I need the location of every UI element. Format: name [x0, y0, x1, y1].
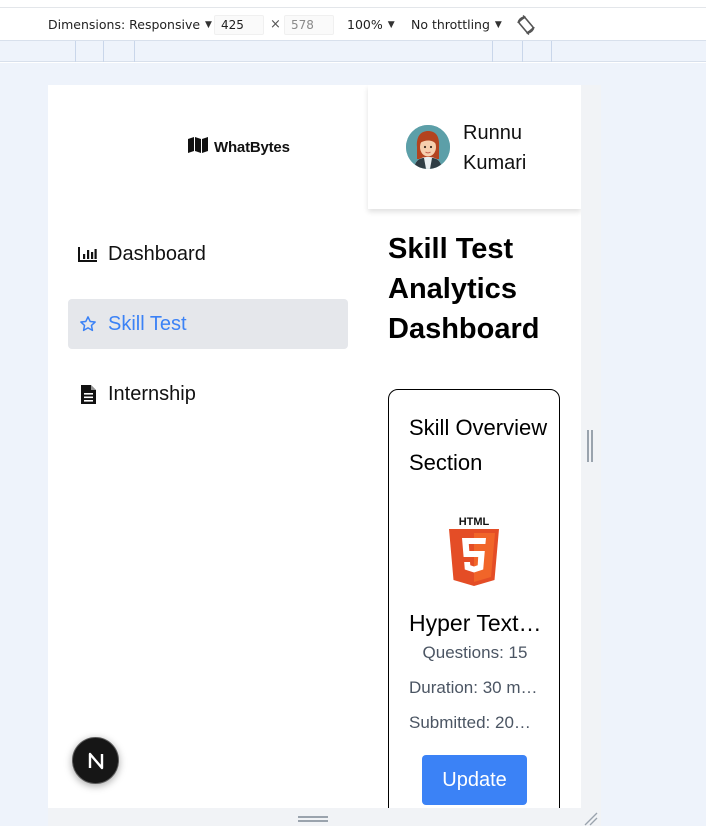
height-input[interactable]: 578 [284, 15, 334, 35]
map-icon [188, 136, 208, 158]
user-first-name: Runnu [463, 122, 522, 144]
html-badge-text: HTML [459, 516, 490, 528]
zoom-dropdown[interactable]: 100% ▼ [347, 9, 395, 40]
resize-corner-icon[interactable] [582, 810, 598, 826]
user-last-name: Kumari [463, 152, 527, 174]
star-outline-icon [78, 314, 98, 334]
emulated-viewport: WhatBytes Runnu Kumari Dashboard Skill T… [48, 85, 581, 808]
chevron-down-icon: ▼ [494, 19, 502, 30]
brand-name: WhatBytes [214, 138, 290, 156]
throttling-label: No throttling [411, 17, 490, 32]
card-title: Skill Overview Section [409, 415, 548, 475]
sidebar-item-dashboard[interactable]: Dashboard [68, 229, 348, 279]
submitted-date: Submitted: 2021-07-05 [409, 713, 539, 732]
page-title: Skill Test Analytics Dashboard [388, 233, 540, 345]
times-sign: × [270, 17, 281, 32]
html5-logo-icon: HTML [448, 514, 500, 588]
resize-handle-bottom[interactable] [298, 816, 328, 822]
skill-overview-card: Skill Overview Section HTML Hyper Text M… [388, 389, 560, 808]
skill-name: Hyper Text Markup Language [409, 610, 545, 636]
rotate-icon[interactable] [515, 9, 537, 40]
questions-count: Questions: 15 [422, 643, 528, 662]
brand-logo[interactable]: WhatBytes [188, 133, 338, 161]
resize-handle-right[interactable] [586, 430, 593, 462]
ruler-tick [75, 41, 76, 62]
sidebar-item-internship[interactable]: Internship [68, 369, 348, 419]
chevron-down-icon: ▼ [387, 19, 395, 30]
sidebar-item-label: Skill Test [108, 312, 187, 335]
document-icon [78, 384, 98, 404]
user-name: Runnu Kumari [463, 118, 573, 178]
sidebar-item-label: Internship [108, 382, 196, 405]
duration-value: Duration: 30 mins [409, 678, 539, 697]
window-top-strip [0, 0, 706, 8]
width-input[interactable]: 425 [214, 15, 264, 35]
bar-chart-icon [78, 244, 98, 264]
zoom-label: 100% [347, 17, 383, 32]
device-toolbar: Dimensions: Responsive ▼ 425 × 578 100% … [0, 9, 706, 40]
ruler-tick [103, 41, 104, 62]
chevron-down-icon: ▼ [205, 19, 212, 30]
dimensions-label: Dimensions: Responsive [48, 17, 201, 32]
ruler-tick [551, 41, 552, 62]
update-button[interactable]: Update [422, 755, 527, 805]
ruler-tick [522, 41, 523, 62]
media-query-bar [0, 40, 706, 62]
ruler-tick [492, 41, 493, 62]
throttling-dropdown[interactable]: No throttling ▼ [411, 9, 502, 40]
nextjs-badge-icon[interactable] [72, 737, 119, 784]
avatar[interactable] [406, 125, 450, 169]
top-header: Runnu Kumari [368, 85, 581, 209]
sidebar-item-skill-test[interactable]: Skill Test [68, 299, 348, 349]
sidebar-item-label: Dashboard [108, 242, 206, 265]
ruler-tick [134, 41, 135, 62]
dimensions-dropdown[interactable]: Dimensions: Responsive ▼ [48, 9, 212, 40]
